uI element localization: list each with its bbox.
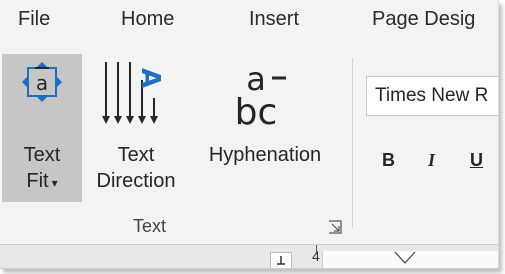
text-fit-label-line1: Text bbox=[23, 144, 61, 166]
ruler-number: 4 bbox=[312, 248, 320, 264]
tab-home[interactable]: Home bbox=[121, 8, 174, 31]
text-direction-label-line2: Direction bbox=[96, 170, 176, 192]
tab-stop-icon bbox=[277, 256, 285, 265]
ribbon-tab-bar: File Home Insert Page Desig bbox=[0, 0, 498, 44]
hyphenation-label: Hyphenation bbox=[208, 144, 322, 166]
ribbon: a Text Fit ▾ A Text Direction a bc Hyphe… bbox=[0, 44, 498, 244]
chevron-down-icon: ▾ bbox=[51, 176, 58, 190]
italic-button[interactable]: I bbox=[428, 150, 435, 171]
svg-text:a: a bbox=[36, 71, 48, 95]
tab-insert[interactable]: Insert bbox=[249, 8, 299, 31]
group-divider bbox=[352, 58, 353, 228]
underline-button[interactable]: U bbox=[470, 150, 483, 171]
text-fit-icon: a bbox=[22, 62, 62, 102]
ruler-page-area bbox=[322, 251, 498, 268]
text-fit-button[interactable]: a Text Fit ▾ bbox=[2, 54, 82, 202]
text-direction-button[interactable]: A Text Direction bbox=[84, 54, 188, 202]
app-window: File Home Insert Page Desig a Text Fit▾ bbox=[0, 0, 499, 269]
svg-text:A: A bbox=[135, 68, 165, 88]
dialog-launcher-icon[interactable] bbox=[328, 220, 342, 234]
text-direction-label-line1: Text bbox=[117, 144, 155, 166]
hyphenation-button[interactable]: a bc Hyphenation bbox=[190, 54, 340, 202]
font-name-box[interactable]: Times New R bbox=[366, 76, 498, 116]
text-group-label: Text bbox=[133, 216, 167, 236]
svg-text:bc: bc bbox=[235, 92, 278, 128]
tab-file[interactable]: File bbox=[18, 8, 50, 31]
ruler: 4 bbox=[0, 244, 498, 268]
text-fit-label-line2: Fit ▾ bbox=[26, 170, 58, 192]
hyphenation-icon: a bc bbox=[235, 60, 286, 128]
bold-button[interactable]: B bbox=[382, 150, 395, 171]
text-direction-icon: A bbox=[102, 62, 165, 124]
tab-selector-box[interactable] bbox=[270, 252, 292, 268]
tab-page-design[interactable]: Page Desig bbox=[372, 8, 475, 31]
indent-marker-icon[interactable] bbox=[393, 251, 417, 265]
